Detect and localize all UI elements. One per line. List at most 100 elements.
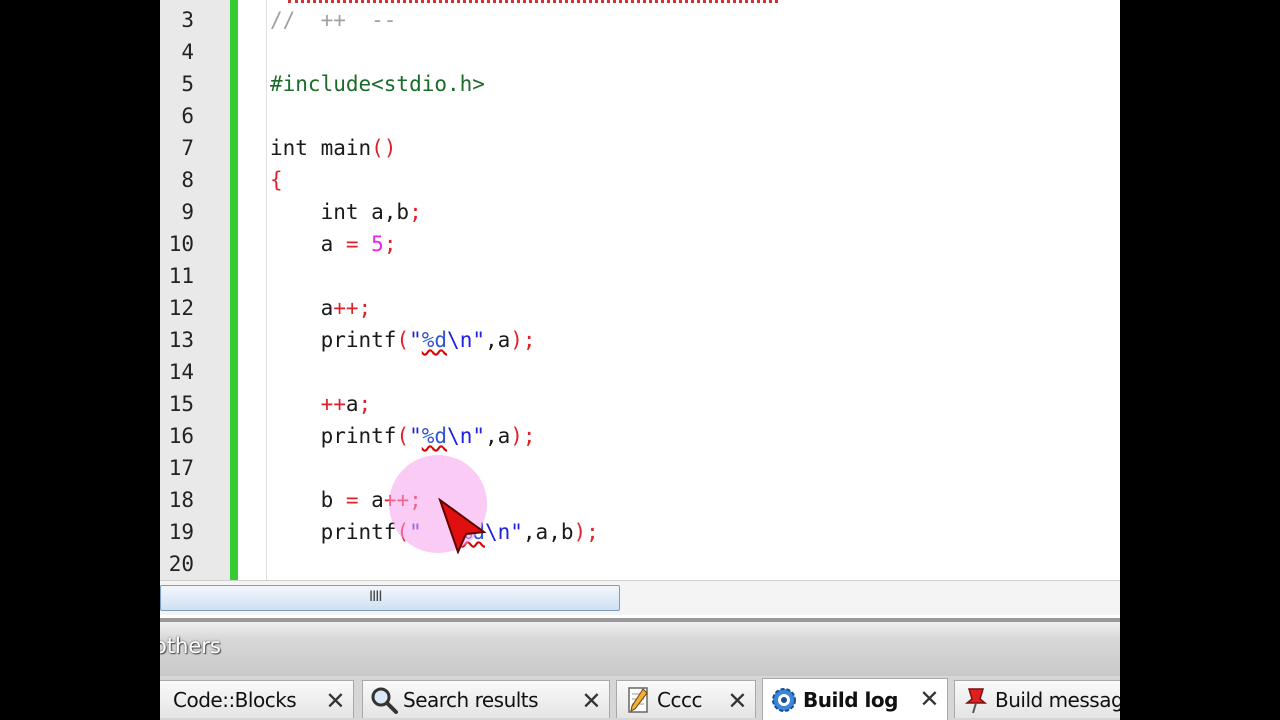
close-icon[interactable]: ✕ <box>727 687 747 715</box>
line-number: 9 <box>181 200 194 224</box>
tab-label: Code::Blocks <box>173 687 297 712</box>
code-token: %d <box>421 328 448 352</box>
ide-window: 3// ++ -- 4 5 #include<stdio.h> 6 7 int main()… <box>160 0 1120 720</box>
code-token: a <box>345 392 359 416</box>
code-line[interactable]: 3 // ++ -- <box>160 4 1120 36</box>
scrollbar-thumb[interactable]: IIII <box>160 585 620 611</box>
code-token: a <box>358 488 384 512</box>
line-number: 8 <box>181 168 194 192</box>
code-token: ,a,b <box>522 520 574 544</box>
code-token: = <box>345 488 359 512</box>
code-token: printf <box>270 328 397 352</box>
code-token: \n" <box>447 328 485 352</box>
line-number: 16 <box>168 424 194 448</box>
code-token: #include<stdio.h> <box>270 72 485 96</box>
search-icon <box>369 685 399 715</box>
code-token: %d <box>421 424 448 448</box>
codeblocks-icon <box>163 685 167 715</box>
close-icon[interactable]: ✕ <box>325 687 345 715</box>
code-token: " <box>409 424 422 448</box>
tab-search-results[interactable]: Search results ✕ <box>362 680 610 718</box>
code-token: ++ <box>320 392 346 416</box>
line-number: 12 <box>168 296 194 320</box>
tab-label: Build log <box>803 687 898 712</box>
tab-build-log[interactable]: Build log ✕ <box>762 678 948 720</box>
code-token: // ++ -- <box>270 8 397 32</box>
code-line[interactable]: 17 <box>160 452 1120 484</box>
line-number: 13 <box>168 328 194 352</box>
line-number: 19 <box>168 520 194 544</box>
code-token: = <box>345 232 359 256</box>
code-text: printf("%d\n",a); <box>270 420 536 452</box>
line-number: 11 <box>168 264 194 288</box>
line-number: 17 <box>168 456 194 480</box>
code-line[interactable]: 16 printf("%d\n",a); <box>160 420 1120 452</box>
logs-panel-header: others <box>160 618 1120 678</box>
code-line[interactable]: 10 a = 5; <box>160 228 1120 260</box>
tab-label: Cccc <box>657 687 702 712</box>
line-number: 20 <box>168 552 194 576</box>
line-number: 10 <box>168 232 194 256</box>
code-line[interactable]: 6 <box>160 100 1120 132</box>
code-text: a++; <box>270 292 372 324</box>
code-line[interactable]: 13 printf("%d\n",a); <box>160 324 1120 356</box>
mouse-cursor-icon <box>438 498 487 554</box>
code-token: \n" <box>447 424 485 448</box>
code-token: " <box>409 328 422 352</box>
code-token: int a,b <box>270 200 410 224</box>
code-token: 5 <box>371 232 384 256</box>
code-token: ; <box>409 200 422 224</box>
tab-cccc[interactable]: Cccc ✕ <box>616 680 756 718</box>
line-number: 6 <box>181 104 194 128</box>
code-text: { <box>270 164 283 196</box>
code-line[interactable]: 20 <box>160 548 1120 580</box>
code-token: { <box>270 168 283 192</box>
close-icon[interactable]: ✕ <box>919 685 939 713</box>
pencil-document-icon <box>623 685 653 715</box>
code-text: ++a; <box>270 388 372 420</box>
line-number: 3 <box>181 8 194 32</box>
line-number: 15 <box>168 392 194 416</box>
line-number: 18 <box>168 488 194 512</box>
code-text: #include<stdio.h> <box>270 68 485 100</box>
code-token: ); <box>573 520 599 544</box>
code-line[interactable]: 15 ++a; <box>160 388 1120 420</box>
code-token: ++; <box>333 296 372 320</box>
code-token: ; <box>383 232 397 256</box>
code-text: int a,b; <box>270 196 422 228</box>
code-editor[interactable]: 3// ++ -- 4 5 #include<stdio.h> 6 7 int main()… <box>160 0 1120 580</box>
code-token: ; <box>358 392 372 416</box>
code-text: a = 5; <box>270 228 397 260</box>
code-line[interactable]: 8{ <box>160 164 1120 196</box>
code-line[interactable]: 18 b = a++; <box>160 484 1120 516</box>
code-token: a <box>270 296 334 320</box>
code-line[interactable]: 4 <box>160 36 1120 68</box>
horizontal-scrollbar[interactable]: IIII <box>160 580 1120 615</box>
code-line[interactable]: 19 printf(" %d\n",a,b); <box>160 516 1120 548</box>
code-token: \n" <box>484 520 523 544</box>
panel-title: others <box>160 634 221 658</box>
code-token: b <box>270 488 346 512</box>
code-token: ); <box>510 328 536 352</box>
code-token: printf <box>270 424 397 448</box>
code-token: ); <box>510 424 536 448</box>
code-token: ,a <box>484 424 511 448</box>
code-line[interactable]: 9 int a,b; <box>160 196 1120 228</box>
code-text: printf("%d\n",a); <box>270 324 536 356</box>
code-token: ,a <box>484 328 511 352</box>
tab-codeblocks[interactable]: Code::Blocks ✕ <box>160 680 354 718</box>
tab-label: Search results <box>403 687 539 712</box>
close-icon[interactable]: ✕ <box>581 687 601 715</box>
code-line[interactable]: 14 <box>160 356 1120 388</box>
tab-build-messages[interactable]: Build message <box>954 680 1120 718</box>
code-line[interactable]: 11 <box>160 260 1120 292</box>
code-line[interactable]: 5 #include<stdio.h> <box>160 68 1120 100</box>
scrollbar-grip: IIII <box>369 589 382 605</box>
code-line[interactable]: 12 a++; <box>160 292 1120 324</box>
gear-icon <box>769 685 799 715</box>
code-line[interactable]: 7 int main() <box>160 132 1120 164</box>
code-token: a <box>270 232 346 256</box>
line-number: 14 <box>168 360 194 384</box>
